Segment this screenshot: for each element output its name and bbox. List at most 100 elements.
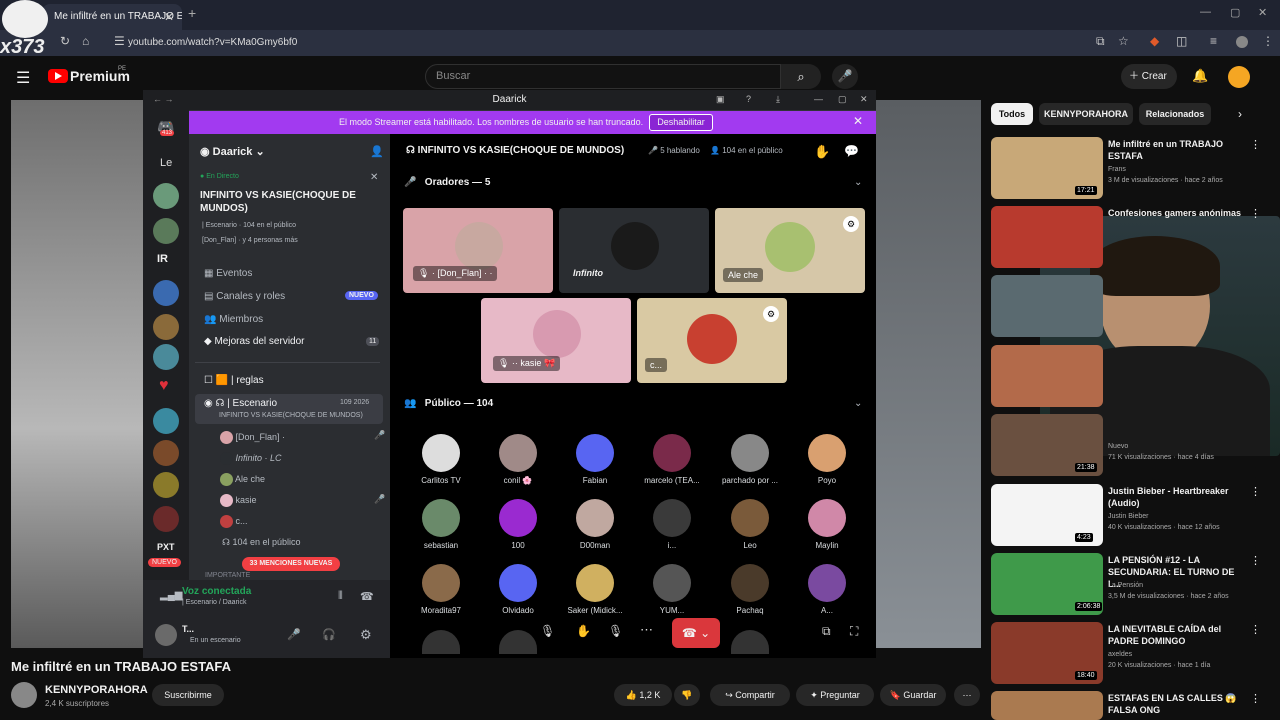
rec-thumbnail[interactable] bbox=[991, 345, 1103, 407]
deafen-icon[interactable]: 🎧 bbox=[322, 628, 336, 641]
chevron-right-icon[interactable]: › bbox=[1238, 107, 1242, 121]
channels-roles-item[interactable]: ▤ Canales y roles bbox=[204, 291, 285, 302]
speaker-tile[interactable]: 🎙 ·· kasie 🎀 bbox=[481, 298, 631, 383]
subscribe-button[interactable]: Suscribirme bbox=[152, 684, 224, 706]
audience-member[interactable]: Poyo bbox=[797, 434, 857, 485]
bell-icon[interactable]: 🔔 bbox=[1192, 68, 1208, 84]
rec-thumbnail[interactable] bbox=[991, 275, 1103, 337]
category-important[interactable]: IMPORTANTE bbox=[205, 572, 250, 579]
media-icon[interactable]: ≡ bbox=[1210, 34, 1217, 48]
chip-related[interactable]: Relacionados bbox=[1139, 103, 1211, 125]
guild-icon[interactable] bbox=[153, 218, 179, 244]
chip-all[interactable]: Todos bbox=[991, 103, 1033, 125]
audience-member[interactable]: Saker (Midick... bbox=[565, 564, 625, 615]
install-icon[interactable]: ⧉ bbox=[1096, 34, 1105, 49]
close-event-icon[interactable]: ✕ bbox=[370, 172, 378, 183]
fullscreen-icon[interactable]: ⛶ bbox=[850, 624, 858, 639]
more-actions-icon[interactable]: ⋯ bbox=[954, 684, 980, 706]
audience-member[interactable]: marcelo (TEA... bbox=[642, 434, 702, 485]
download-icon[interactable]: ⤓ bbox=[776, 94, 780, 105]
user-avatar[interactable] bbox=[155, 624, 177, 646]
menu-icon[interactable]: ⋮ bbox=[1262, 34, 1274, 48]
audience-member[interactable]: Olvidado bbox=[488, 564, 548, 615]
dislike-button[interactable]: 👎 bbox=[674, 684, 700, 706]
guild-icon[interactable] bbox=[153, 440, 179, 466]
rec-channel[interactable]: Frans bbox=[1108, 165, 1258, 175]
speakers-heading[interactable]: 🎤 Oradores — 5 bbox=[404, 177, 490, 188]
speaker-tile[interactable]: Infinito bbox=[559, 208, 709, 293]
public-heading[interactable]: 👥 Público — 104 bbox=[404, 398, 493, 409]
new-tab-icon[interactable]: + bbox=[188, 5, 196, 21]
stage-user[interactable]: c... bbox=[220, 515, 248, 528]
audience-member[interactable]: Leo bbox=[720, 499, 780, 550]
more-vert-icon[interactable]: ⋮ bbox=[1250, 623, 1261, 636]
more-vert-icon[interactable]: ⋮ bbox=[1250, 485, 1261, 498]
site-info-icon[interactable]: ☰ bbox=[114, 34, 125, 48]
audience-member[interactable]: Fabian bbox=[565, 434, 625, 485]
audience-member[interactable]: Pachaq bbox=[720, 564, 780, 615]
settings-gear-icon[interactable]: ⚙ bbox=[360, 627, 372, 643]
speak-request-icon[interactable]: 🎙 bbox=[608, 624, 623, 638]
discord-close-icon[interactable]: ✕ bbox=[860, 94, 868, 105]
rec-channel[interactable]: La Pensión bbox=[1108, 581, 1258, 591]
chip-channel[interactable]: KENNYPORAHORA bbox=[1039, 103, 1133, 125]
add-member-icon[interactable]: 👤 bbox=[370, 145, 384, 158]
discord-minimize-icon[interactable]: — bbox=[814, 94, 823, 104]
audience-member[interactable]: conil 🌸 bbox=[488, 434, 548, 485]
search-icon[interactable]: ⌕ bbox=[781, 64, 821, 89]
stage-user[interactable]: Infinito · LC bbox=[220, 452, 282, 465]
reload-icon[interactable]: ↻ bbox=[60, 34, 70, 48]
rec-thumbnail[interactable] bbox=[991, 206, 1103, 268]
more-vert-icon[interactable]: ⋮ bbox=[1250, 138, 1261, 151]
guild-icon[interactable] bbox=[153, 344, 179, 370]
speaker-tile[interactable]: ⚙ c... bbox=[637, 298, 787, 383]
more-vert-icon[interactable]: ⋮ bbox=[1250, 554, 1261, 567]
audience-member[interactable]: 100 bbox=[488, 499, 548, 550]
public-count-item[interactable]: ☊ 104 en el público bbox=[222, 537, 301, 548]
create-button[interactable]: ＋ Crear bbox=[1121, 64, 1177, 89]
audience-member[interactable]: A... bbox=[797, 564, 857, 615]
home-icon[interactable]: ⌂ bbox=[82, 34, 89, 48]
stage-user[interactable]: kasie bbox=[220, 494, 257, 507]
save-button[interactable]: 🔖 Guardar bbox=[880, 684, 946, 706]
stage-event-title[interactable]: INFINITO VS KASIE(CHOQUE DE MUNDOS) bbox=[200, 189, 370, 215]
guild-icon[interactable] bbox=[153, 472, 179, 498]
username[interactable]: T... bbox=[182, 624, 194, 634]
browser-tab[interactable]: Me infiltré en un TRABAJO ESTAFA bbox=[42, 4, 182, 30]
search-input[interactable]: Buscar bbox=[425, 64, 781, 89]
rec-channel[interactable]: axeldes bbox=[1108, 650, 1258, 660]
rec-title[interactable]: Confesiones gamers anónimas bbox=[1108, 207, 1248, 219]
stage-user[interactable]: Ale che bbox=[220, 473, 265, 486]
rec-title[interactable]: Justin Bieber - Heartbreaker (Audio) bbox=[1108, 485, 1248, 509]
ask-button[interactable]: ✦ Preguntar bbox=[796, 684, 874, 706]
mute-icon[interactable]: 🎤 bbox=[287, 628, 301, 641]
channel-name[interactable]: KENNYPORAHORA bbox=[45, 684, 148, 696]
avatar[interactable] bbox=[1228, 66, 1250, 88]
heart-icon[interactable]: ♥ bbox=[159, 377, 169, 395]
profile-icon[interactable] bbox=[1236, 36, 1248, 48]
url-field[interactable]: youtube.com/watch?v=KMa0Gmy6bf0 bbox=[112, 34, 1082, 52]
raise-hand-control-icon[interactable]: ✋ bbox=[576, 624, 591, 638]
minimize-icon[interactable]: — bbox=[1200, 6, 1211, 18]
raise-hand-icon[interactable]: ✋ bbox=[814, 144, 830, 160]
discord-maximize-icon[interactable]: ▢ bbox=[838, 94, 847, 105]
hamburger-icon[interactable]: ☰ bbox=[16, 68, 30, 88]
voice-connected-label[interactable]: Voz conectada bbox=[182, 586, 251, 597]
more-vert-icon[interactable]: ⋮ bbox=[1250, 207, 1261, 220]
audience-member[interactable]: Carlitos TV bbox=[411, 434, 471, 485]
speaker-tile[interactable]: ⚙ Ale che bbox=[715, 208, 865, 293]
chevron-down-icon[interactable]: ⌄ bbox=[854, 177, 862, 188]
like-button[interactable]: 👍 1,2 K bbox=[614, 684, 672, 706]
signal-icon[interactable]: ▂▄▆ bbox=[160, 590, 182, 601]
rec-title[interactable]: ESTAFAS EN LAS CALLES 😱 FALSA ONG bbox=[1108, 692, 1248, 716]
channel-rules[interactable]: ☐ 🟧 | reglas bbox=[204, 375, 264, 386]
extension-icon[interactable]: ◆ bbox=[1150, 34, 1159, 48]
rec-channel[interactable]: Justin Bieber bbox=[1108, 512, 1258, 522]
audience-member[interactable]: i... bbox=[642, 499, 702, 550]
guild-label[interactable]: PXT bbox=[157, 542, 175, 552]
channel-avatar[interactable] bbox=[11, 682, 37, 708]
speaker-tile[interactable]: 🎙 · [Don_Flan] · · bbox=[403, 208, 553, 293]
mentions-banner[interactable]: 33 MENCIONES NUEVAS bbox=[242, 557, 340, 571]
events-item[interactable]: ▦ Eventos bbox=[204, 268, 252, 279]
noise-suppression-icon[interactable]: ⦀ bbox=[338, 590, 343, 603]
